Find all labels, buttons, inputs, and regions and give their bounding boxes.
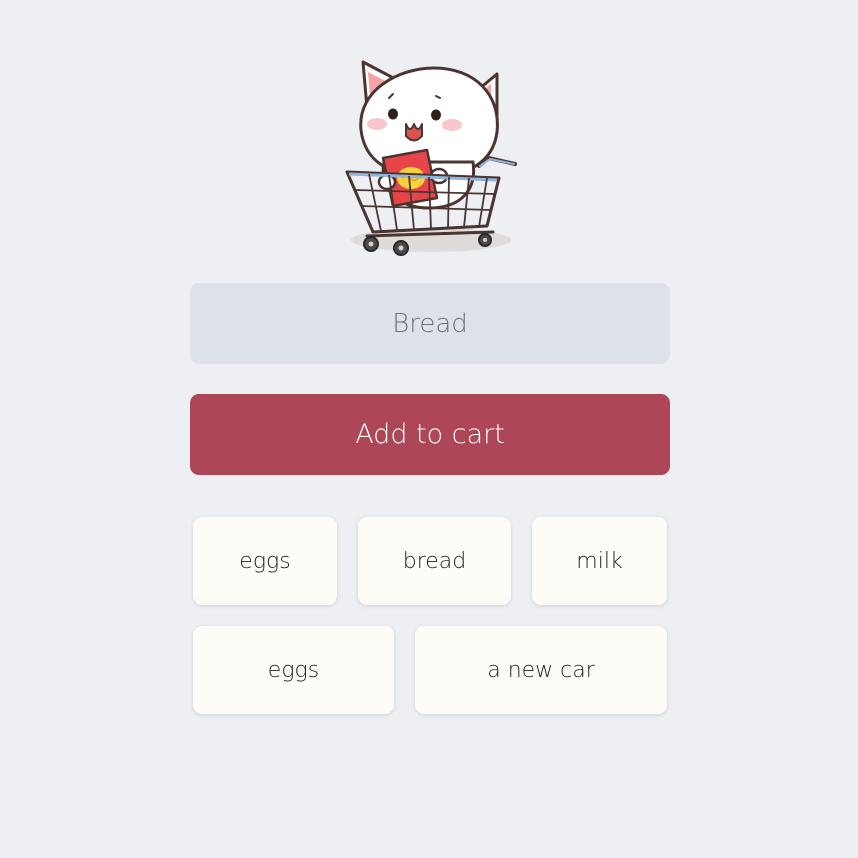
- list-item[interactable]: eggs: [193, 626, 394, 714]
- item-input[interactable]: [190, 283, 670, 364]
- add-to-cart-button[interactable]: Add to cart: [190, 394, 670, 475]
- list-item[interactable]: bread: [358, 517, 511, 605]
- list-item[interactable]: a new car: [415, 626, 667, 714]
- list-item[interactable]: eggs: [193, 517, 337, 605]
- list-item[interactable]: milk: [532, 517, 667, 605]
- cat-in-cart-icon: [339, 50, 519, 260]
